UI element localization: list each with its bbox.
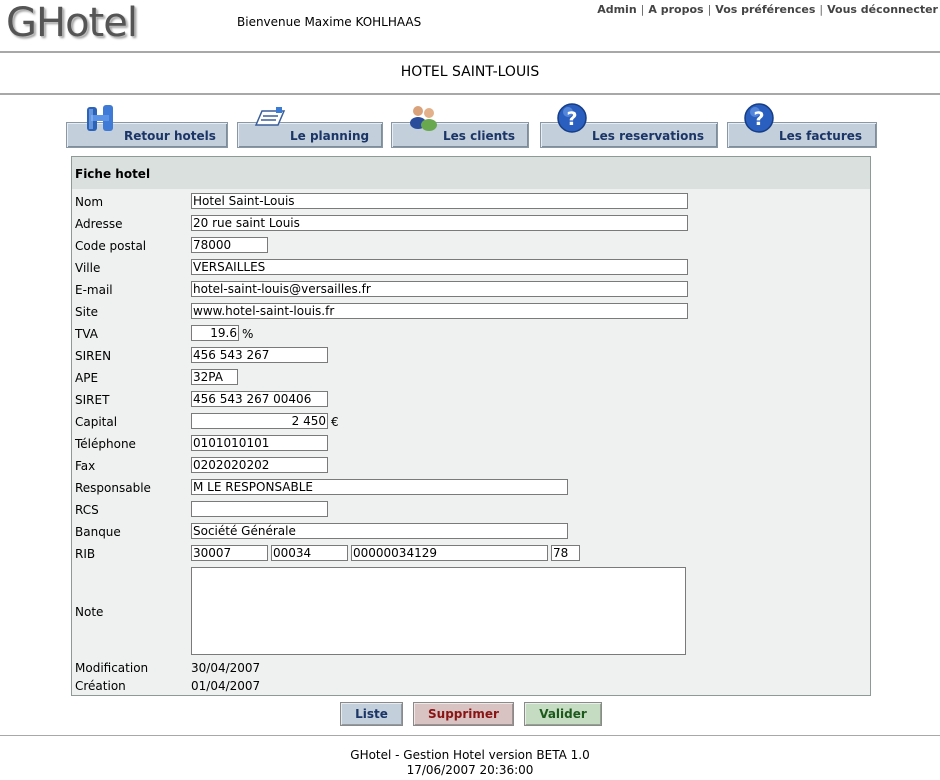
label-fax: Fax	[75, 459, 96, 473]
welcome-message: Bienvenue Maxime KOHLHAAS	[237, 15, 422, 29]
hotel-building-icon	[87, 105, 113, 131]
nav-reservations[interactable]: ? Les reservations	[540, 103, 718, 148]
nav-factures[interactable]: ? Les factures	[727, 103, 877, 148]
nav-clients[interactable]: Les clients	[391, 106, 529, 148]
label-nom: Nom	[75, 195, 104, 209]
label-telephone: Téléphone	[75, 437, 136, 451]
nav-label: Les factures	[779, 129, 863, 143]
label-rib: RIB	[75, 547, 96, 561]
telephone-field[interactable]	[191, 435, 328, 451]
note-field[interactable]	[191, 567, 686, 655]
help-question-icon: ?	[744, 103, 774, 133]
label-creation: Création	[75, 679, 126, 693]
footer-timestamp: 17/06/2007 20:36:00	[406, 763, 534, 777]
fax-field[interactable]	[191, 457, 328, 473]
panel-header: Fiche hotel	[72, 157, 870, 189]
label-ape: APE	[75, 371, 99, 385]
footer-version: GHotel - Gestion Hotel version BETA 1.0	[350, 748, 590, 762]
tva-field[interactable]	[191, 325, 239, 341]
adresse-field[interactable]	[191, 215, 688, 231]
supprimer-button[interactable]: Supprimer	[413, 702, 514, 726]
site-field[interactable]	[191, 303, 688, 319]
liste-button[interactable]: Liste	[340, 702, 403, 726]
label-responsable: Responsable	[75, 481, 151, 495]
label-site: Site	[75, 305, 99, 319]
siret-field[interactable]	[191, 391, 328, 407]
label-siren: SIREN	[75, 349, 112, 363]
label-note: Note	[75, 605, 104, 619]
label-modification: Modification	[75, 661, 149, 675]
logout-link[interactable]: Vous déconnecter	[827, 3, 938, 16]
label-email: E-mail	[75, 283, 113, 297]
svg-text:?: ?	[566, 108, 577, 130]
capital-unit: €	[331, 415, 339, 429]
modification-date: 30/04/2007	[191, 661, 261, 675]
label-tva: TVA	[75, 327, 98, 341]
creation-date: 01/04/2007	[191, 679, 261, 693]
footer: GHotel - Gestion Hotel version BETA 1.0 …	[0, 748, 940, 778]
admin-link[interactable]: Admin	[597, 3, 636, 16]
header-divider	[0, 51, 940, 53]
rib-guichet-field[interactable]	[271, 545, 348, 561]
svg-text:?: ?	[753, 108, 764, 130]
planning-icon	[254, 107, 286, 126]
label-rcs: RCS	[75, 503, 99, 517]
footer-divider	[0, 735, 940, 736]
banque-field[interactable]	[191, 523, 568, 539]
email-field[interactable]	[191, 281, 688, 297]
label-banque: Banque	[75, 525, 121, 539]
label-adresse: Adresse	[75, 217, 123, 231]
label-ville: Ville	[75, 261, 101, 275]
nav-label: Les clients	[443, 129, 516, 143]
label-code-postal: Code postal	[75, 239, 147, 253]
hotel-form-panel: Fiche hotel Nom Adresse Code postal Vill…	[71, 156, 871, 696]
main-nav: Retour hotels Le planning Les clients ? …	[0, 102, 940, 150]
responsable-field[interactable]	[191, 479, 568, 495]
top-links: Admin | A propos | Vos préférences | Vous déco…	[597, 3, 938, 16]
capital-field[interactable]	[191, 413, 328, 429]
panel-title: Fiche hotel	[75, 167, 151, 181]
title-divider	[0, 93, 940, 95]
label-capital: Capital	[75, 415, 118, 429]
ville-field[interactable]	[191, 259, 688, 275]
clients-icon	[410, 106, 437, 131]
preferences-link[interactable]: Vos préférences	[715, 3, 815, 16]
nom-field[interactable]	[191, 193, 688, 209]
rcs-field[interactable]	[191, 501, 328, 517]
rib-compte-field[interactable]	[351, 545, 548, 561]
help-question-icon: ?	[557, 103, 587, 133]
rib-cle-field[interactable]	[551, 545, 580, 561]
nav-label: Les reservations	[592, 129, 705, 143]
valider-button[interactable]: Valider	[524, 702, 602, 726]
nav-label: Le planning	[290, 129, 370, 143]
nav-label: Retour hotels	[124, 129, 216, 143]
label-siret: SIRET	[75, 393, 110, 407]
nav-retour-hotels[interactable]: Retour hotels	[66, 105, 228, 148]
app-logo: GHotel	[6, 0, 138, 46]
siren-field[interactable]	[191, 347, 328, 363]
ape-field[interactable]	[191, 369, 238, 385]
code-postal-field[interactable]	[191, 237, 268, 253]
page-title: HOTEL SAINT-LOUIS	[400, 64, 540, 80]
tva-unit: %	[242, 327, 254, 341]
about-link[interactable]: A propos	[648, 3, 703, 16]
rib-banque-field[interactable]	[191, 545, 268, 561]
nav-planning[interactable]: Le planning	[237, 107, 383, 148]
